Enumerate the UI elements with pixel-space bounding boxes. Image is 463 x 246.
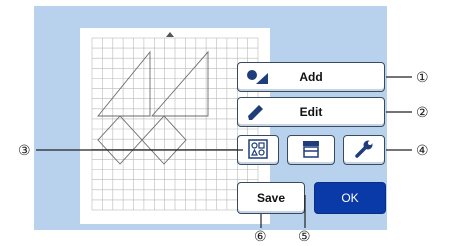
pencil-icon bbox=[246, 98, 266, 126]
edit-button[interactable]: Edit bbox=[237, 97, 385, 127]
mat-scan-icon bbox=[301, 139, 321, 162]
settings-button[interactable] bbox=[343, 135, 385, 165]
layout-button[interactable] bbox=[237, 135, 279, 165]
save-button[interactable]: Save bbox=[237, 182, 305, 214]
mat-direction-marker bbox=[166, 32, 174, 37]
callout-2: ② bbox=[416, 104, 429, 120]
mat-scan-button[interactable] bbox=[287, 135, 335, 165]
wrench-icon bbox=[354, 139, 374, 162]
callout-6: ⑥ bbox=[254, 228, 267, 244]
arrange-icon bbox=[248, 138, 268, 162]
machine-screen: Add Edit Save OK bbox=[34, 6, 387, 230]
save-button-label: Save bbox=[256, 191, 286, 205]
add-button-label: Add bbox=[299, 70, 323, 84]
callout-3: ③ bbox=[18, 142, 31, 158]
callout-4: ④ bbox=[416, 142, 429, 158]
shapes-icon bbox=[246, 63, 270, 91]
ok-button-label: OK bbox=[341, 191, 359, 205]
edit-button-label: Edit bbox=[299, 105, 323, 119]
add-button[interactable]: Add bbox=[237, 62, 385, 92]
pattern-shapes bbox=[97, 50, 209, 165]
callout-1: ① bbox=[416, 69, 429, 85]
ok-button[interactable]: OK bbox=[314, 182, 386, 214]
callout-5: ⑤ bbox=[298, 228, 311, 244]
